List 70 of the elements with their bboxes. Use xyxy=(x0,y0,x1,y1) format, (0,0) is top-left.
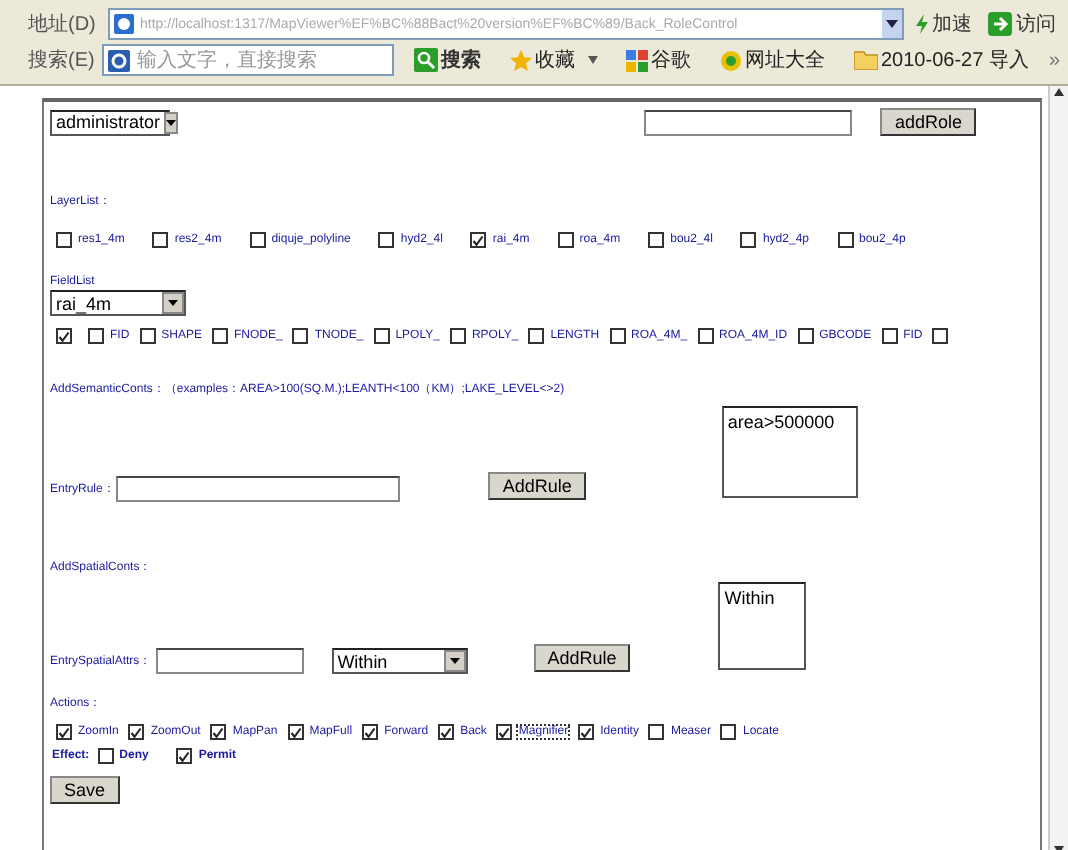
checkbox[interactable] xyxy=(720,724,737,740)
add-rule-button[interactable]: AddRule xyxy=(533,644,631,672)
checkbox[interactable] xyxy=(449,328,466,344)
caret-icon xyxy=(166,119,177,125)
checkbox[interactable] xyxy=(557,232,574,248)
globe-link[interactable]: 网址大全 xyxy=(715,46,829,74)
add-rule-button[interactable]: AddRule xyxy=(488,472,586,500)
checkbox[interactable] xyxy=(881,328,898,344)
checkbox[interactable] xyxy=(697,328,714,344)
caret-icon xyxy=(449,658,460,664)
checkbox[interactable] xyxy=(97,748,114,764)
checkbox[interactable] xyxy=(648,724,665,740)
checkbox[interactable] xyxy=(128,724,145,740)
checkbox[interactable] xyxy=(470,232,487,248)
checkbox[interactable] xyxy=(797,328,814,344)
checkbox[interactable] xyxy=(176,748,193,764)
caret-icon xyxy=(587,56,597,64)
checkbox[interactable] xyxy=(837,232,853,248)
grid-link[interactable]: 谷歌 xyxy=(621,46,695,74)
page-icon xyxy=(114,14,134,34)
speed-button[interactable]: 加速 xyxy=(912,10,976,38)
save-button[interactable]: Save xyxy=(50,776,120,804)
search-icon xyxy=(413,48,437,72)
checkbox[interactable] xyxy=(378,232,395,248)
checkbox[interactable] xyxy=(249,232,266,248)
checkbox[interactable] xyxy=(292,328,309,344)
search-button[interactable]: 搜索 xyxy=(409,46,485,74)
checkbox[interactable] xyxy=(56,232,72,248)
checkbox[interactable] xyxy=(648,232,665,248)
checkbox[interactable] xyxy=(528,328,545,344)
checkbox[interactable] xyxy=(740,232,757,248)
checkbox[interactable] xyxy=(932,328,949,344)
checkbox[interactable] xyxy=(210,724,227,740)
checkbox[interactable] xyxy=(56,328,72,344)
rule-list[interactable]: Within xyxy=(718,582,807,670)
role-name-field[interactable] xyxy=(644,109,853,135)
operator-select[interactable]: Within xyxy=(331,648,468,674)
spatial-field[interactable] xyxy=(155,648,304,674)
folder-link[interactable]: 2010-06-27 导入 xyxy=(849,46,1033,74)
more-button[interactable]: » xyxy=(1048,49,1060,71)
search-label: 搜索(E) xyxy=(28,47,95,74)
add-role-button[interactable]: addRole xyxy=(880,108,976,136)
rule-list[interactable]: area>500000 xyxy=(721,406,858,498)
address-label: 地址(D) xyxy=(28,11,98,38)
checkbox[interactable] xyxy=(496,724,513,740)
checkbox[interactable] xyxy=(139,328,156,344)
rule-field[interactable] xyxy=(116,476,401,502)
checkbox[interactable] xyxy=(212,328,229,344)
rule-item[interactable]: area>500000 xyxy=(727,412,852,432)
checkbox[interactable] xyxy=(362,724,379,740)
favorites-button[interactable]: 收藏 xyxy=(505,46,601,74)
checkbox[interactable] xyxy=(152,232,169,248)
checkbox[interactable] xyxy=(373,328,390,344)
lightning-icon xyxy=(916,14,928,34)
arrow-icon xyxy=(988,12,1012,36)
go-button[interactable]: 访问 xyxy=(984,10,1060,38)
layer-select[interactable]: rai_4m xyxy=(50,290,186,316)
caret-icon xyxy=(168,300,178,306)
checkbox[interactable] xyxy=(609,328,626,344)
checkbox[interactable] xyxy=(88,328,104,344)
checkbox[interactable] xyxy=(287,724,304,740)
folder-icon xyxy=(853,50,877,70)
checkbox[interactable] xyxy=(438,724,455,740)
grid-icon xyxy=(625,49,647,71)
checkbox[interactable] xyxy=(56,724,72,740)
checkbox[interactable] xyxy=(578,724,595,740)
rule-item[interactable]: Within xyxy=(724,588,801,608)
scrollbar[interactable] xyxy=(1048,86,1068,850)
star-icon xyxy=(509,49,531,71)
search-engine-icon xyxy=(108,49,131,71)
